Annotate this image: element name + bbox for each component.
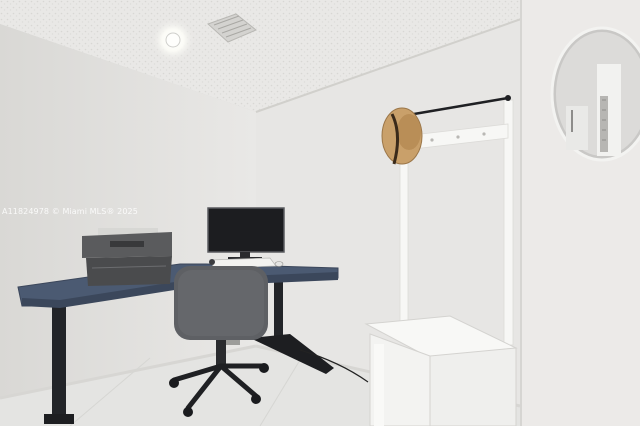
laser-printer: [82, 228, 172, 286]
straw-hat: [381, 107, 423, 165]
ceiling-lamp: [165, 32, 181, 48]
power-strip: [226, 340, 240, 345]
listing-watermark: A11824978 © Miami MLS® 2025: [2, 207, 138, 216]
round-mirror: [550, 26, 640, 162]
